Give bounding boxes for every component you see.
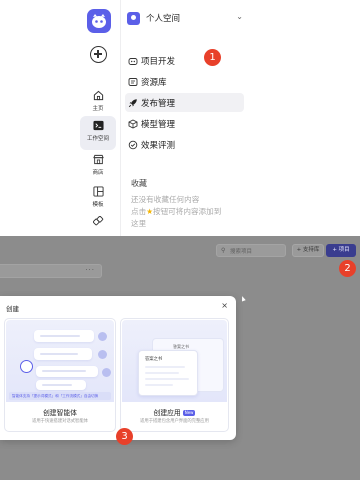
agent-mode-hint: 智能体支持「提示词模式」和「工作流模式」自由切换	[9, 392, 111, 400]
close-icon[interactable]: ×	[221, 301, 228, 310]
step-badge-3: 3	[116, 428, 133, 445]
nav-item-library[interactable]: 资源库	[125, 72, 244, 91]
project-card-dimmed: ···	[0, 264, 102, 278]
rail-item-template[interactable]: 模板	[80, 182, 116, 216]
nav-item-label: 模型管理	[141, 120, 176, 130]
create-agent-option[interactable]: 智能体支持「提示词模式」和「工作流模式」自由切换 创建智能体 适用于快速搭建对话…	[4, 318, 116, 432]
home-icon	[93, 90, 104, 101]
option-title-text: 创建应用	[153, 409, 181, 417]
nav-item-label: 发布管理	[141, 99, 176, 109]
chevron-down-icon: ⌄	[236, 12, 243, 21]
chat-bubble	[34, 330, 94, 342]
rail-item-label: 模板	[92, 202, 104, 208]
library-icon	[128, 77, 138, 87]
rail-item-label: 商店	[92, 170, 104, 176]
nav-item-models[interactable]: 模型管理	[125, 114, 244, 133]
nav-item-label: 资源库	[141, 78, 167, 88]
create-modal: 创建 × 智能体支持「提示词模式」和「工作流模式」自由切换 创建智能体 适用于快…	[0, 296, 236, 440]
nav-item-label: 项目开发	[141, 57, 176, 67]
more-icon: ···	[85, 266, 95, 274]
text-line	[145, 372, 179, 374]
new-badge: New	[182, 410, 196, 416]
search-placeholder: 搜索项目	[230, 249, 253, 255]
text-line	[40, 353, 78, 355]
rail-item-store[interactable]: 商店	[80, 150, 116, 184]
option-title: 创建应用 New	[121, 407, 228, 417]
mouse-cursor-icon	[240, 295, 246, 302]
create-app-option[interactable]: 答案之书 答案之书 创建应用 New 适用于搭建包含用户界面的完整应用	[120, 318, 229, 432]
library-button[interactable]: + 支持库	[292, 244, 324, 257]
plugin-icon	[93, 216, 104, 226]
text-line	[42, 384, 72, 386]
agent-illustration: 智能体支持「提示词模式」和「工作流模式」自由切换	[6, 320, 114, 402]
workspace-avatar	[127, 12, 140, 25]
user-avatar	[98, 332, 107, 341]
text-line	[40, 335, 80, 337]
rocket-icon	[128, 98, 138, 108]
search-input[interactable]: ⚲ 搜索项目	[216, 244, 286, 257]
user-avatar	[102, 368, 111, 377]
sidebar-crop: 主页 工作空间 商店 模板 个人空间 ⌄ 项目开发 1 资源库 发布管理 模型管…	[76, 0, 248, 236]
chat-bubble	[34, 348, 92, 360]
create-project-button[interactable]: + 项目	[326, 244, 356, 257]
text-line	[42, 370, 86, 372]
option-title: 创建智能体	[43, 409, 77, 417]
nav-item-label: 效果评测	[141, 141, 176, 151]
text-line	[145, 384, 173, 386]
option-description: 适用于搭建包含用户界面的完整应用	[140, 419, 209, 424]
step-badge-1: 1	[204, 49, 221, 66]
text-line	[145, 378, 189, 380]
favorites-line-1: 还没有收藏任何内容	[131, 195, 200, 204]
favorites-line-2-post: 按钮可将内容添加到	[153, 207, 222, 216]
chat-bubble	[36, 380, 86, 390]
search-icon: ⚲	[221, 247, 226, 254]
workspace-switcher[interactable]: 个人空间 ⌄	[127, 10, 245, 28]
workspace-title: 个人空间	[146, 14, 181, 24]
rail-item-label: 主页	[92, 106, 104, 112]
robot-icon	[128, 56, 138, 66]
step-badge-2: 2	[339, 260, 356, 277]
cube-icon	[128, 119, 138, 129]
favorites-line-2-pre: 点击	[131, 207, 147, 216]
app-window-title: 答案之书	[145, 357, 163, 362]
favorites-line-3: 这里	[131, 219, 147, 228]
tutorial-screenshot: 主页 工作空间 商店 模板 个人空间 ⌄ 项目开发 1 资源库 发布管理 模型管…	[0, 0, 360, 480]
nav-item-evaluation[interactable]: 效果评测	[125, 135, 244, 154]
bot-avatar-icon	[20, 360, 33, 373]
evaluation-icon	[128, 140, 138, 150]
terminal-icon	[93, 120, 104, 131]
nav-item-publish[interactable]: 发布管理	[125, 93, 244, 112]
rail-item-plugin[interactable]	[80, 212, 116, 236]
app-illustration: 答案之书 答案之书	[122, 320, 227, 402]
app-logo-icon[interactable]	[87, 9, 111, 33]
chat-bubble	[36, 366, 98, 377]
app-window-front: 答案之书	[138, 350, 198, 396]
star-icon: ★	[146, 207, 153, 216]
workspace-panel: 个人空间 ⌄ 项目开发 1 资源库 发布管理 模型管理 效果评测 收藏 还没有收…	[121, 0, 248, 236]
template-icon	[93, 186, 104, 197]
rail-item-label: 工作空间	[86, 136, 109, 142]
workspace-overlay: ··· ⚲ 搜索项目 + 支持库 + 项目 2 创建 × 智能体支持「提示词模式…	[0, 236, 360, 480]
store-icon	[93, 154, 104, 165]
rail-item-workspace[interactable]: 工作空间	[80, 116, 116, 150]
sidebar-rail: 主页 工作空间 商店 模板	[76, 0, 120, 236]
favorites-title: 收藏	[131, 179, 147, 188]
modal-title: 创建	[6, 305, 19, 313]
favorites-empty-text: 还没有收藏任何内容 点击★按钮可将内容添加到 这里	[131, 194, 247, 230]
rail-item-home[interactable]: 主页	[80, 86, 116, 120]
user-avatar	[98, 350, 107, 359]
nav-item-project-dev[interactable]: 项目开发	[125, 51, 244, 70]
favorites-line-2: 点击★按钮可将内容添加到	[131, 206, 247, 218]
create-plus-button[interactable]	[90, 46, 107, 63]
text-line	[145, 366, 185, 368]
option-description: 适用于快速搭建对话式智能体	[32, 419, 88, 424]
